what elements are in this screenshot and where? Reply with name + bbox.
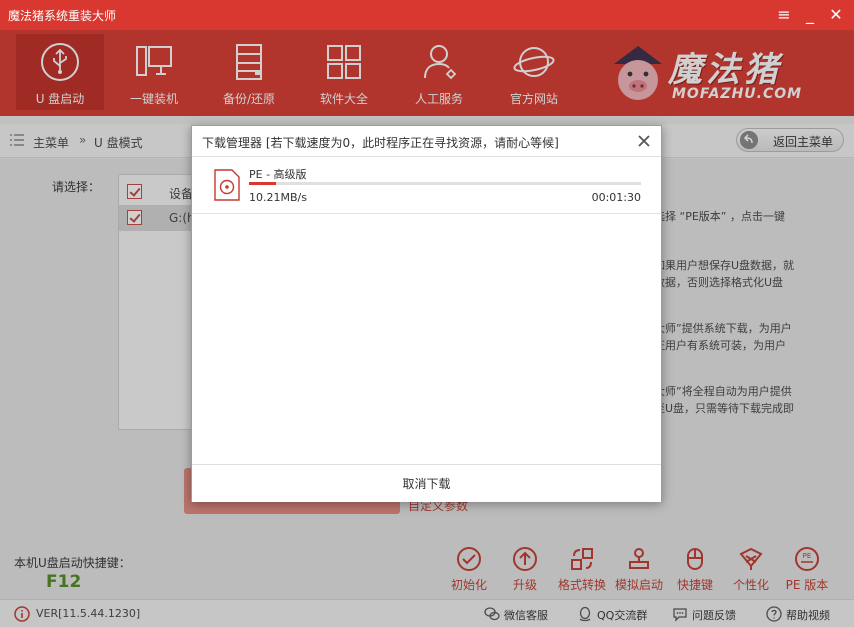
minimize-button[interactable]: _ [798,4,822,26]
dialog-title: 下载管理器 [若下载速度为0，此时程序正在寻找资源，请耐心等候] [202,136,559,150]
app-title: 魔法猪系统重装大师 [8,9,117,23]
title-bar: 魔法猪系统重装大师 ≡ _ ✕ [0,0,854,30]
download-name: PE - 高级版 [249,168,307,181]
dialog-header: 下载管理器 [若下载速度为0，此时程序正在寻找资源，请耐心等候] [192,126,661,157]
download-progress-fill [249,182,277,185]
cancel-download-button[interactable]: 取消下载 [192,465,661,502]
download-item: PE - 高级版 10.21MB/s 00:01:30 [192,158,661,214]
close-icon[interactable] [635,132,653,150]
dialog-footer: 取消下载 [192,464,661,502]
disc-file-icon [214,169,240,201]
download-speed: 10.21MB/s [249,191,307,204]
menu-button[interactable]: ≡ [772,4,796,26]
window-controls: ≡ _ ✕ [772,4,848,26]
download-manager-dialog: 下载管理器 [若下载速度为0，此时程序正在寻找资源，请耐心等候] PE - 高级… [191,125,662,502]
close-window-button[interactable]: ✕ [824,4,848,26]
download-progress-track [249,182,641,185]
download-time: 00:01:30 [591,191,641,204]
